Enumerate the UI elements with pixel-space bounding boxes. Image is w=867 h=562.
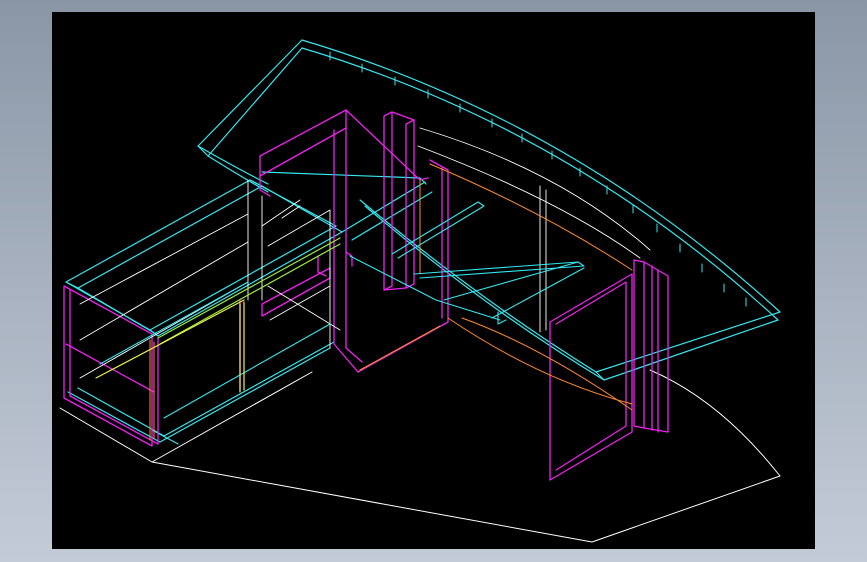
support-rails	[95, 237, 341, 393]
keyboard-shelves	[99, 201, 585, 419]
return-desk-top	[65, 171, 433, 445]
floor-outline	[59, 369, 781, 543]
panel-frames	[63, 109, 669, 481]
cad-viewport[interactable]	[52, 12, 815, 549]
wireframe-drawing	[59, 39, 781, 543]
